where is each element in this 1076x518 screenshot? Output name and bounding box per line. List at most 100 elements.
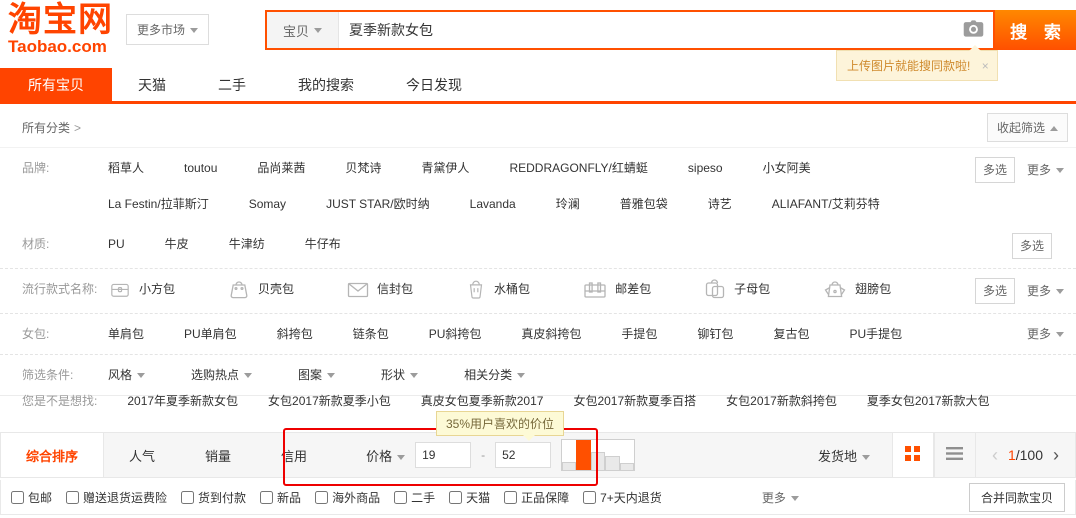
suggestion-link[interactable]: 2017年夏季新款女包 — [127, 392, 238, 409]
sort-tab-2[interactable]: 销量 — [180, 433, 256, 477]
filter-checkbox[interactable]: 包邮 — [11, 489, 52, 506]
suggestion-link[interactable]: 女包2017新款夏季小包 — [268, 392, 391, 409]
suggestion-link[interactable]: 女包2017新款夏季百搭 — [573, 392, 696, 409]
sort-tab-1[interactable]: 人气 — [104, 433, 180, 477]
category-option[interactable]: PU手提包 — [849, 323, 902, 345]
material-option[interactable]: 牛仔布 — [305, 233, 341, 255]
filter-checkbox[interactable]: 海外商品 — [315, 489, 380, 506]
search-category-dropdown[interactable]: 宝贝 — [267, 12, 339, 48]
nav-tab-2[interactable]: 二手 — [192, 68, 272, 101]
style-option[interactable]: 水桶包 — [465, 278, 530, 300]
category-option[interactable]: 手提包 — [621, 323, 657, 345]
checkbox-input[interactable] — [583, 491, 596, 504]
category-option[interactable]: 斜挎包 — [277, 323, 313, 345]
filter-checkbox[interactable]: 货到付款 — [181, 489, 246, 506]
checkbox-input[interactable] — [394, 491, 407, 504]
brand-option[interactable]: 小女阿美 — [763, 157, 811, 179]
breadcrumb[interactable]: 所有分类> — [22, 119, 81, 136]
brand-option[interactable]: 青黛伊人 — [421, 157, 469, 179]
brand-option[interactable]: REDDRAGONFLY/红蜻蜓 — [509, 157, 647, 179]
more-button[interactable]: 更多 — [1027, 163, 1064, 177]
list-view-button[interactable] — [934, 433, 976, 477]
brand-option[interactable]: Somay — [249, 193, 286, 215]
nav-tab-4[interactable]: 今日发现 — [380, 68, 488, 101]
prev-page-button[interactable]: ‹ — [992, 446, 998, 464]
condition-dropdown[interactable]: 图案 — [298, 364, 335, 386]
brand-option[interactable]: 稻草人 — [108, 157, 144, 179]
filter-checkbox[interactable]: 正品保障 — [504, 489, 569, 506]
filter-checkbox[interactable]: 新品 — [260, 489, 301, 506]
checkbox-input[interactable] — [504, 491, 517, 504]
brand-option[interactable]: La Festin/拉菲斯汀 — [108, 193, 209, 215]
search-button[interactable]: 搜 索 — [995, 10, 1076, 50]
style-option[interactable]: 邮差包 — [582, 278, 651, 300]
brand-option[interactable]: 普雅包袋 — [620, 193, 668, 215]
material-option[interactable]: 牛皮 — [165, 233, 189, 255]
style-option[interactable]: 翅膀包 — [822, 278, 891, 300]
brand-option[interactable]: Lavanda — [470, 193, 516, 215]
brand-option[interactable]: JUST STAR/欧时纳 — [326, 193, 430, 215]
more-button[interactable]: 更多 — [1027, 327, 1064, 341]
category-option[interactable]: 铆钉包 — [697, 323, 733, 345]
brand-option[interactable]: 玲澜 — [556, 193, 580, 215]
filter-checkbox[interactable]: 天猫 — [449, 489, 490, 506]
brand-option[interactable]: 贝梵诗 — [345, 157, 381, 179]
price-min-input[interactable] — [415, 442, 471, 468]
multi-select-button[interactable]: 多选 — [975, 278, 1015, 304]
sort-tab-0[interactable]: 综合排序 — [1, 433, 104, 477]
brand-option[interactable]: 诗艺 — [708, 193, 732, 215]
checkbox-input[interactable] — [181, 491, 194, 504]
checkbox-input[interactable] — [11, 491, 24, 504]
nav-tab-1[interactable]: 天猫 — [112, 68, 192, 101]
category-option[interactable]: 复古包 — [773, 323, 809, 345]
condition-dropdown[interactable]: 相关分类 — [464, 364, 525, 386]
checkbox-input[interactable] — [315, 491, 328, 504]
merge-same-items-button[interactable]: 合并同款宝贝 — [969, 483, 1065, 512]
price-max-input[interactable] — [495, 442, 551, 468]
suggestion-link[interactable]: 女包2017新款斜挎包 — [726, 392, 837, 409]
suggestion-link[interactable]: 夏季女包2017新款大包 — [867, 392, 990, 409]
multi-select-button[interactable]: 多选 — [1012, 233, 1052, 259]
more-markets-button[interactable]: 更多市场 — [126, 14, 209, 45]
brand-option[interactable]: ALIAFANT/艾莉芬特 — [772, 193, 880, 215]
material-option[interactable]: 牛津纺 — [229, 233, 265, 255]
price-histogram[interactable] — [561, 439, 635, 471]
style-option[interactable]: 小方包 — [108, 278, 175, 300]
next-page-button[interactable]: › — [1053, 446, 1059, 464]
condition-dropdown[interactable]: 选购热点 — [191, 364, 252, 386]
more-button[interactable]: 更多 — [1027, 284, 1064, 298]
ship-from-dropdown[interactable]: 发货地 — [818, 446, 870, 465]
nav-tab-0[interactable]: 所有宝贝 — [0, 68, 112, 101]
collapse-filters-button[interactable]: 收起筛选 — [987, 113, 1068, 142]
filter-checkbox[interactable]: 赠送退货运费险 — [66, 489, 167, 506]
suggestion-link[interactable]: 真皮女包夏季新款2017 — [421, 392, 544, 409]
checkbox-input[interactable] — [260, 491, 273, 504]
sort-tab-3[interactable]: 信用 — [256, 433, 332, 477]
checkbox-input[interactable] — [449, 491, 462, 504]
brand-option[interactable]: toutou — [184, 157, 217, 179]
category-option[interactable]: 链条包 — [353, 323, 389, 345]
image-search-button[interactable] — [953, 12, 993, 48]
category-option[interactable]: PU斜挎包 — [429, 323, 482, 345]
search-input[interactable] — [339, 12, 953, 48]
material-option[interactable]: PU — [108, 233, 125, 255]
checkbox-input[interactable] — [66, 491, 79, 504]
price-dropdown[interactable]: 价格 — [366, 446, 405, 465]
condition-dropdown[interactable]: 风格 — [108, 364, 145, 386]
brand-option[interactable]: 品尚莱茜 — [257, 157, 305, 179]
category-option[interactable]: 单肩包 — [108, 323, 144, 345]
filter-checkbox[interactable]: 二手 — [394, 489, 435, 506]
condition-dropdown[interactable]: 形状 — [381, 364, 418, 386]
style-option[interactable]: 贝壳包 — [227, 278, 294, 300]
category-option[interactable]: 真皮斜挎包 — [521, 323, 581, 345]
footer-more-button[interactable]: 更多 — [762, 489, 799, 506]
grid-view-button[interactable] — [892, 433, 934, 477]
multi-select-button[interactable]: 多选 — [975, 157, 1015, 183]
condition-label: 图案 — [298, 368, 322, 382]
style-option[interactable]: 子母包 — [703, 278, 770, 300]
style-option[interactable]: 信封包 — [346, 278, 413, 300]
category-option[interactable]: PU单肩包 — [184, 323, 237, 345]
nav-tab-3[interactable]: 我的搜索 — [272, 68, 380, 101]
filter-checkbox[interactable]: 7+天内退货 — [583, 489, 662, 506]
brand-option[interactable]: sipeso — [688, 157, 723, 179]
